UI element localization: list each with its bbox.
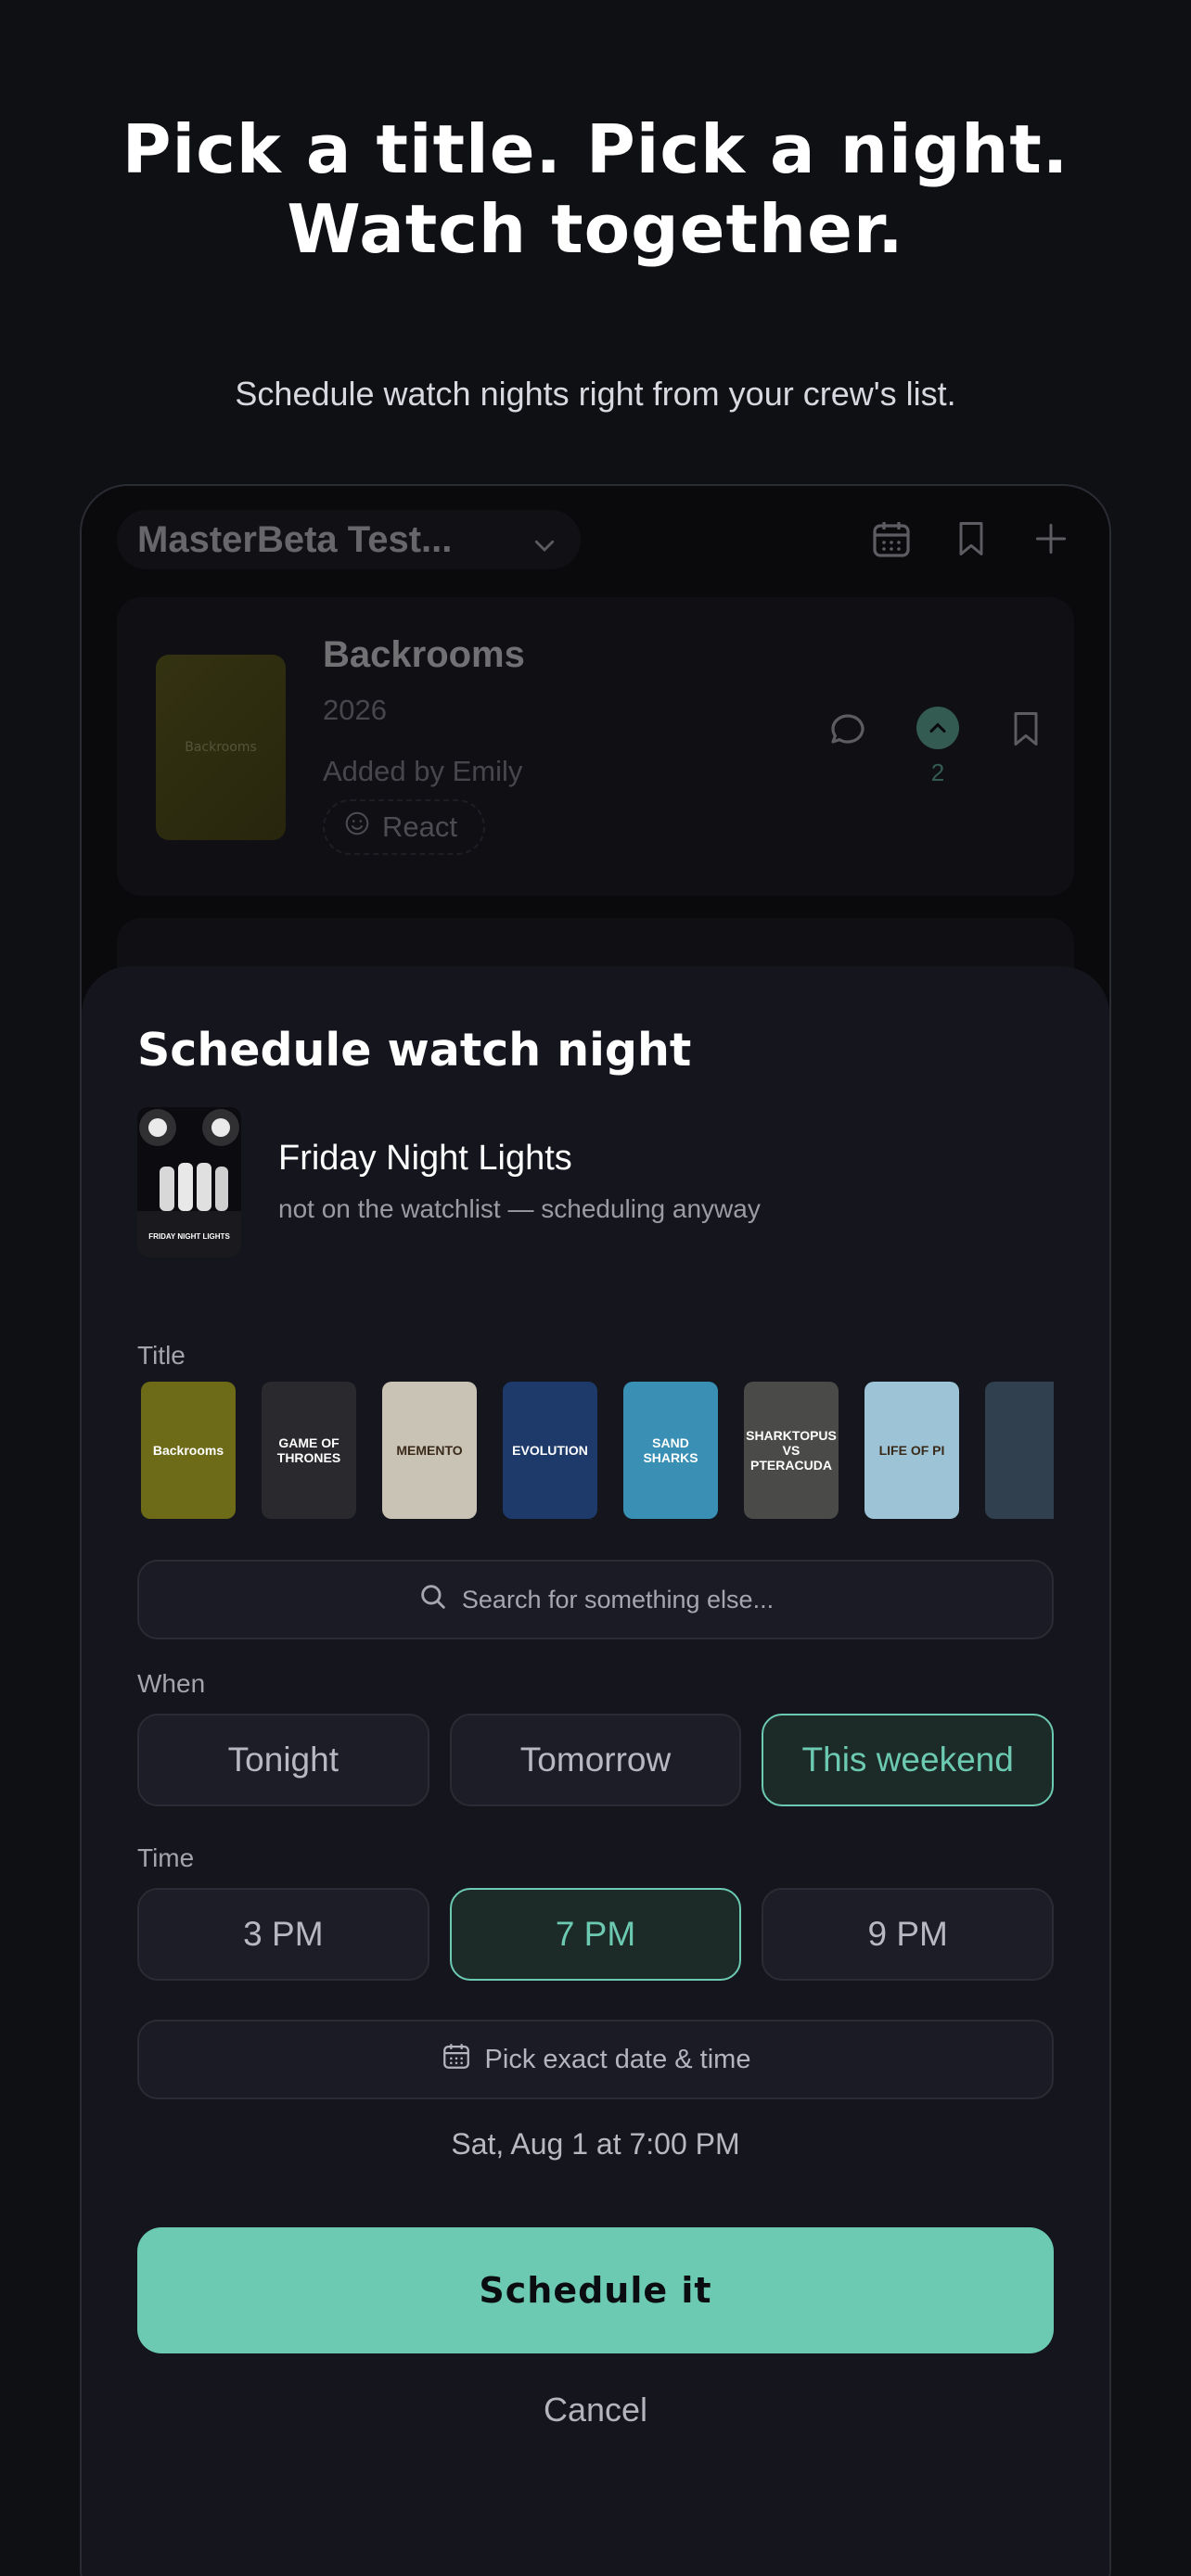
search-placeholder: Search for something else... [461, 1585, 775, 1613]
smiley-icon [343, 810, 371, 845]
search-input[interactable]: Search for something else... [137, 1560, 1054, 1639]
selected-poster: FRIDAY NIGHT LIGHTS [137, 1107, 241, 1257]
calendar-icon[interactable] [868, 516, 915, 562]
when-chip[interactable]: This weekend [762, 1714, 1055, 1806]
poster-thumb[interactable]: EVOLUTION [503, 1382, 597, 1519]
time-options: 3 PM 7 PM 9 PM [137, 1888, 1055, 1981]
calendar-small-icon [441, 2040, 472, 2079]
watchlist-card[interactable]: Backrooms Backrooms 2026 Added by Emily … [117, 597, 1074, 896]
card-title: Backrooms [323, 634, 525, 675]
upvote-button[interactable]: 2 [916, 707, 959, 787]
phone-frame: MasterBeta Test... Backrooms Backrooms 2… [80, 484, 1111, 2576]
time-chip[interactable]: 7 PM [449, 1888, 742, 1981]
when-chip[interactable]: Tonight [137, 1714, 429, 1806]
poster-thumb[interactable]: LIFE OF PI [864, 1382, 959, 1519]
crew-selector[interactable]: MasterBeta Test... [117, 510, 581, 569]
sheet-title: Schedule watch night [137, 1024, 692, 1077]
react-label: React [382, 810, 457, 843]
react-button[interactable]: React [323, 799, 485, 855]
poster-thumb[interactable]: MEMENTO [382, 1382, 477, 1519]
schedule-sheet: Schedule watch night FRIDAY NIGHT LIGHTS… [82, 966, 1109, 2576]
pick-exact-label: Pick exact date & time [484, 2044, 751, 2074]
time-label: Time [137, 1843, 195, 1872]
selected-title: Friday Night Lights [278, 1139, 572, 1178]
chevron-down-icon [531, 527, 558, 568]
crew-name: MasterBeta Test... [137, 518, 453, 560]
when-chip[interactable]: Tomorrow [449, 1714, 742, 1806]
selected-subtitle: not on the watchlist — scheduling anyway [278, 1194, 761, 1223]
cancel-button[interactable]: Cancel [82, 2391, 1109, 2429]
poster-thumb[interactable]: Backrooms [141, 1382, 236, 1519]
chevron-up-icon [916, 707, 959, 749]
search-icon [417, 1581, 449, 1619]
card-added-by: Added by Emily [323, 755, 523, 787]
plus-icon[interactable] [1028, 516, 1074, 562]
schedule-button[interactable]: Schedule it [137, 2227, 1054, 2353]
hero-subhead: Schedule watch nights right from your cr… [235, 375, 956, 413]
selected-poster-text: FRIDAY NIGHT LIGHTS [148, 1232, 230, 1241]
upvote-count: 2 [930, 759, 945, 786]
title-label: Title [137, 1341, 186, 1370]
card-bookmark-icon[interactable] [1005, 707, 1046, 755]
bookmark-icon[interactable] [948, 516, 994, 562]
hero-headline: Pick a title. Pick a night. Watch togeth… [122, 110, 1069, 268]
comment-icon[interactable] [826, 707, 870, 755]
poster-thumb[interactable]: SAND SHARKS [623, 1382, 718, 1519]
top-bar: MasterBeta Test... [117, 510, 1074, 569]
poster-thumb[interactable]: GAME OF THRONES [262, 1382, 356, 1519]
poster-carousel[interactable]: Backrooms GAME OF THRONES MEMENTO EVOLUTION… [137, 1382, 1054, 1521]
when-options: Tonight Tomorrow This weekend [137, 1714, 1055, 1806]
schedule-summary: Sat, Aug 1 at 7:00 PM [451, 2127, 740, 2161]
card-year: 2026 [323, 694, 387, 726]
poster-thumb[interactable]: SHARKTOPUS VS PTERACUDA [744, 1382, 839, 1519]
pick-exact-button[interactable]: Pick exact date & time [137, 2020, 1054, 2099]
time-chip[interactable]: 9 PM [762, 1888, 1055, 1981]
poster-thumb[interactable] [985, 1382, 1054, 1519]
time-chip[interactable]: 3 PM [137, 1888, 429, 1981]
when-label: When [137, 1669, 206, 1698]
card-poster: Backrooms [156, 655, 286, 840]
